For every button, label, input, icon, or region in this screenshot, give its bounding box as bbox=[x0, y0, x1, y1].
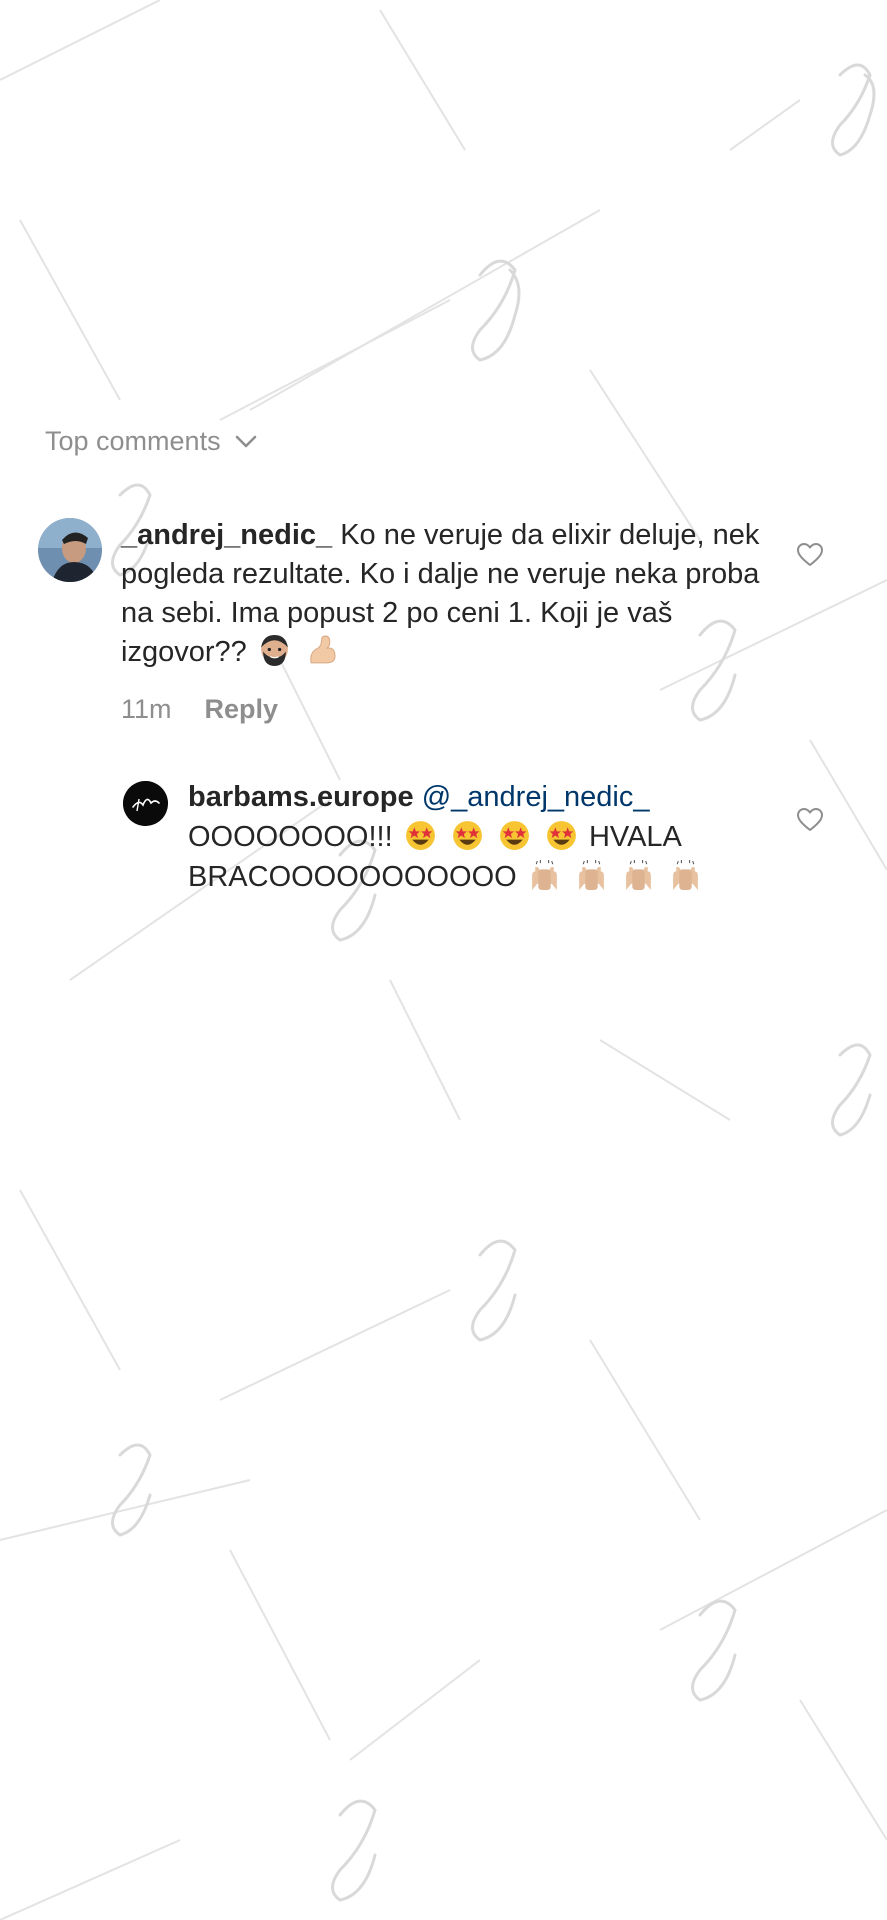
comment-meta: 11m Reply bbox=[121, 690, 761, 729]
avatar[interactable] bbox=[123, 781, 168, 826]
top-comments-label: Top comments bbox=[45, 426, 221, 456]
reply-text-block: barbams.europe @_andrej_nedic_ OOOOOOOO!… bbox=[188, 777, 748, 897]
like-heart-icon[interactable] bbox=[797, 808, 823, 832]
reply-comment-item: barbams.europe @_andrej_nedic_ OOOOOOOO!… bbox=[123, 777, 843, 897]
star-struck-emoji bbox=[499, 821, 529, 850]
comment-timestamp: 11m bbox=[121, 694, 172, 724]
bearded-man-emoji bbox=[260, 635, 288, 666]
reply-text-part1: OOOOOOOO!!! bbox=[188, 821, 393, 853]
chevron-down-icon bbox=[235, 435, 256, 447]
star-struck-emoji bbox=[452, 821, 482, 850]
like-heart-icon[interactable] bbox=[797, 543, 823, 567]
comment-text-block: _andrej_nedic_ Ko ne veruje da elixir de… bbox=[121, 516, 761, 729]
mention-link[interactable]: @_andrej_nedic_ bbox=[422, 781, 650, 813]
top-comments-sort-toggle[interactable]: Top comments bbox=[45, 426, 257, 457]
star-struck-emoji bbox=[405, 821, 435, 850]
raising-hands-emoji bbox=[673, 860, 698, 890]
raising-hands-emoji bbox=[531, 860, 557, 890]
avatar[interactable] bbox=[38, 518, 102, 582]
flexed-biceps-emoji bbox=[310, 635, 336, 664]
comment-item: _andrej_nedic_ Ko ne veruje da elixir de… bbox=[38, 516, 838, 729]
comment-username[interactable]: _andrej_nedic_ bbox=[121, 519, 332, 551]
comments-panel: Top comments _andrej_nedic_ Ko ne veruje… bbox=[0, 0, 887, 1920]
reply-button[interactable]: Reply bbox=[205, 690, 279, 729]
raising-hands-emoji bbox=[626, 860, 651, 890]
brand-logo-icon bbox=[123, 781, 168, 826]
star-struck-emoji bbox=[546, 821, 576, 850]
comment-username[interactable]: barbams.europe bbox=[188, 781, 414, 813]
raising-hands-emoji bbox=[578, 860, 604, 890]
